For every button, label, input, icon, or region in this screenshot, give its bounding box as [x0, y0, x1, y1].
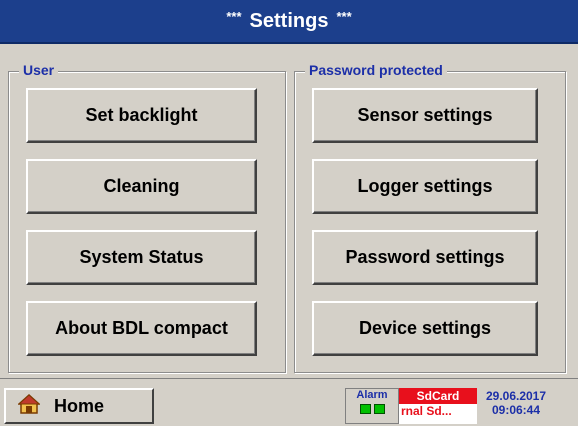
device-settings-button[interactable]: Device settings [312, 301, 538, 356]
system-status-button[interactable]: System Status [26, 230, 257, 285]
house-icon [6, 393, 54, 419]
set-backlight-button[interactable]: Set backlight [26, 88, 257, 143]
user-group-legend: User [19, 62, 59, 78]
page-title: Settings [249, 9, 329, 32]
bottom-bar: Home Alarm SdCard rnal Sd... 29.06.2017 … [0, 378, 578, 426]
user-group: User Set backlight Cleaning System Statu… [8, 62, 286, 373]
logger-settings-button[interactable]: Logger settings [312, 159, 538, 214]
sdcard-indicator[interactable]: SdCard rnal Sd... [399, 388, 477, 424]
title-bar: *** Settings *** [0, 0, 578, 44]
alarm-led-1 [359, 404, 371, 414]
cleaning-button[interactable]: Cleaning [26, 159, 257, 214]
sdcard-status: rnal Sd... [401, 404, 452, 418]
datetime-display: 29.06.2017 09:06:44 [477, 388, 555, 424]
time-text: 09:06:44 [491, 403, 541, 417]
password-settings-button[interactable]: Password settings [312, 230, 538, 285]
title-decor-right: *** [336, 8, 352, 24]
alarm-indicator[interactable]: Alarm [345, 388, 399, 424]
alarm-led-2 [373, 404, 385, 414]
status-area: Alarm SdCard rnal Sd... 29.06.2017 09:06… [345, 388, 555, 424]
sdcard-label: SdCard [399, 388, 477, 404]
sensor-settings-button[interactable]: Sensor settings [312, 88, 538, 143]
title-decor-left: *** [226, 8, 242, 24]
alarm-label: Alarm [356, 389, 388, 401]
about-button[interactable]: About BDL compact [26, 301, 257, 356]
date-text: 29.06.2017 [485, 389, 547, 403]
settings-panel: User Set backlight Cleaning System Statu… [0, 46, 578, 376]
password-group-legend: Password protected [305, 62, 447, 78]
home-button[interactable]: Home [4, 388, 154, 424]
home-label: Home [54, 395, 105, 416]
password-protected-group: Password protected Sensor settings Logge… [294, 62, 566, 373]
